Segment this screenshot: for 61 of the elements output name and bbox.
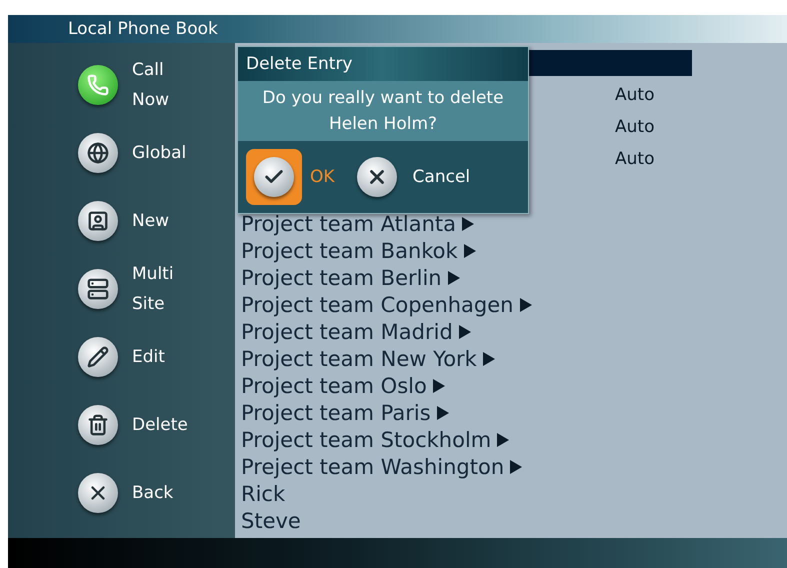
contact-name[interactable]: Rick [241,482,286,506]
devices-icon[interactable] [78,269,118,309]
submenu-arrow-icon [520,298,532,312]
contact-name[interactable]: Project team Atlanta [241,212,456,236]
list-row[interactable]: Project team Stockholm [241,426,787,453]
contact-name[interactable]: Project team Madrid [241,320,453,344]
phone-icon[interactable] [78,65,118,105]
dialog-title: Delete Entry [238,47,528,81]
menu-label[interactable]: Delete [132,410,192,440]
submenu-arrow-icon [432,378,445,392]
contact-name[interactable]: Steve [241,508,301,532]
list-row[interactable]: Steve [241,507,787,534]
menu-label[interactable]: Back [132,478,192,508]
contact-name[interactable]: Project team Bankok [241,238,458,262]
submenu-arrow-icon [462,216,474,230]
contact-name[interactable]: Project team Stockholm [241,428,492,452]
list-cell: Auto [615,149,654,169]
submenu-arrow-icon [497,432,510,446]
list-row[interactable]: Preject team Washington [241,453,787,480]
list-row[interactable]: Project team Atlanta [241,210,787,237]
menu-label[interactable]: Edit [132,342,192,372]
person-card-icon[interactable] [78,201,118,241]
title-bar: Local Phone Book [8,15,787,43]
list-row[interactable]: Auto [528,82,692,108]
contact-name[interactable]: Project team New York [241,346,477,370]
submenu-arrow-icon [510,460,522,474]
contact-name[interactable]: Project team Oslo [241,374,427,398]
contact-name[interactable]: Project team Copenhagen [241,292,514,316]
contact-name[interactable]: Project team Paris [241,400,431,424]
list-row[interactable]: Rick [241,480,787,507]
check-icon [254,157,294,197]
pencil-icon[interactable] [78,337,118,377]
submenu-arrow-icon [448,270,460,284]
submenu-arrow-icon [436,406,449,420]
menu-label[interactable]: Multi Site [132,259,192,319]
trash-icon[interactable] [78,405,118,445]
list-row[interactable]: Project team Bankok [241,237,787,264]
submenu-arrow-icon [458,324,471,338]
globe-icon[interactable] [78,133,118,173]
cancel-button[interactable]: Cancel [348,149,470,205]
list-row[interactable]: Auto [528,146,692,172]
list-row[interactable]: Project team Paris [241,399,787,426]
list-row[interactable]: Project team Madrid [241,318,787,345]
menu-label[interactable]: New [132,206,192,236]
list-cell: Auto [615,117,654,137]
menu-label[interactable]: Global [132,138,192,168]
list-cell: Auto [615,85,654,105]
close-icon[interactable] [78,473,118,513]
submenu-arrow-icon [464,244,476,258]
contact-name[interactable]: Preject team Washington [241,454,504,478]
list-row[interactable]: Project team Oslo [241,372,787,399]
list-row[interactable]: Project team Copenhagen [241,291,787,318]
menu-label[interactable]: Call Now [132,55,192,115]
close-icon [356,157,397,197]
contact-name[interactable]: Project team Berlin [241,266,442,290]
list-row[interactable]: Project team Berlin [241,264,787,291]
list-row[interactable]: Project team New York [241,345,787,372]
submenu-arrow-icon [482,352,495,366]
dialog-subject: Helen Holm? [328,113,438,136]
dialog-message: Do you really want to delete [262,87,504,110]
list-row[interactable]: Auto [528,114,692,140]
